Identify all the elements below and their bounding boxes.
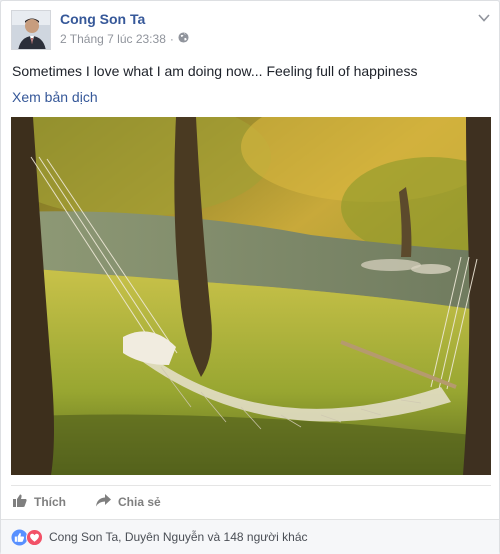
avatar[interactable]: [11, 10, 51, 50]
globe-icon[interactable]: [178, 32, 189, 46]
post-timestamp[interactable]: 2 Tháng 7 lúc 23:38: [60, 32, 166, 46]
post-photo[interactable]: [11, 117, 491, 475]
chevron-down-icon[interactable]: [477, 11, 491, 23]
share-arrow-icon: [96, 493, 111, 510]
post-text: Sometimes I love what I am doing now... …: [12, 63, 418, 79]
author-name[interactable]: Cong Son Ta: [60, 11, 145, 27]
love-icon: [26, 528, 43, 546]
meta-separator: ·: [169, 32, 174, 46]
post-actions: Thích Chia sẻ: [11, 485, 491, 517]
feed-post: Cong Son Ta 2 Tháng 7 lúc 23:38 · Someti…: [0, 0, 500, 554]
like-button[interactable]: Thích: [13, 494, 66, 510]
see-translation-link[interactable]: Xem bản dịch: [12, 89, 98, 105]
reactions-bar: Cong Son Ta, Duyên Nguyễn và 148 người k…: [1, 519, 499, 554]
post-meta: 2 Tháng 7 lúc 23:38 ·: [60, 32, 189, 46]
reaction-icons[interactable]: [11, 528, 43, 546]
post-header: Cong Son Ta 2 Tháng 7 lúc 23:38 ·: [11, 10, 491, 50]
share-button[interactable]: Chia sẻ: [96, 493, 161, 510]
reactors-summary[interactable]: Cong Son Ta, Duyên Nguyễn và 148 người k…: [49, 530, 308, 544]
thumbs-up-icon: [13, 494, 27, 510]
share-label: Chia sẻ: [118, 494, 161, 509]
like-label: Thích: [34, 494, 66, 509]
